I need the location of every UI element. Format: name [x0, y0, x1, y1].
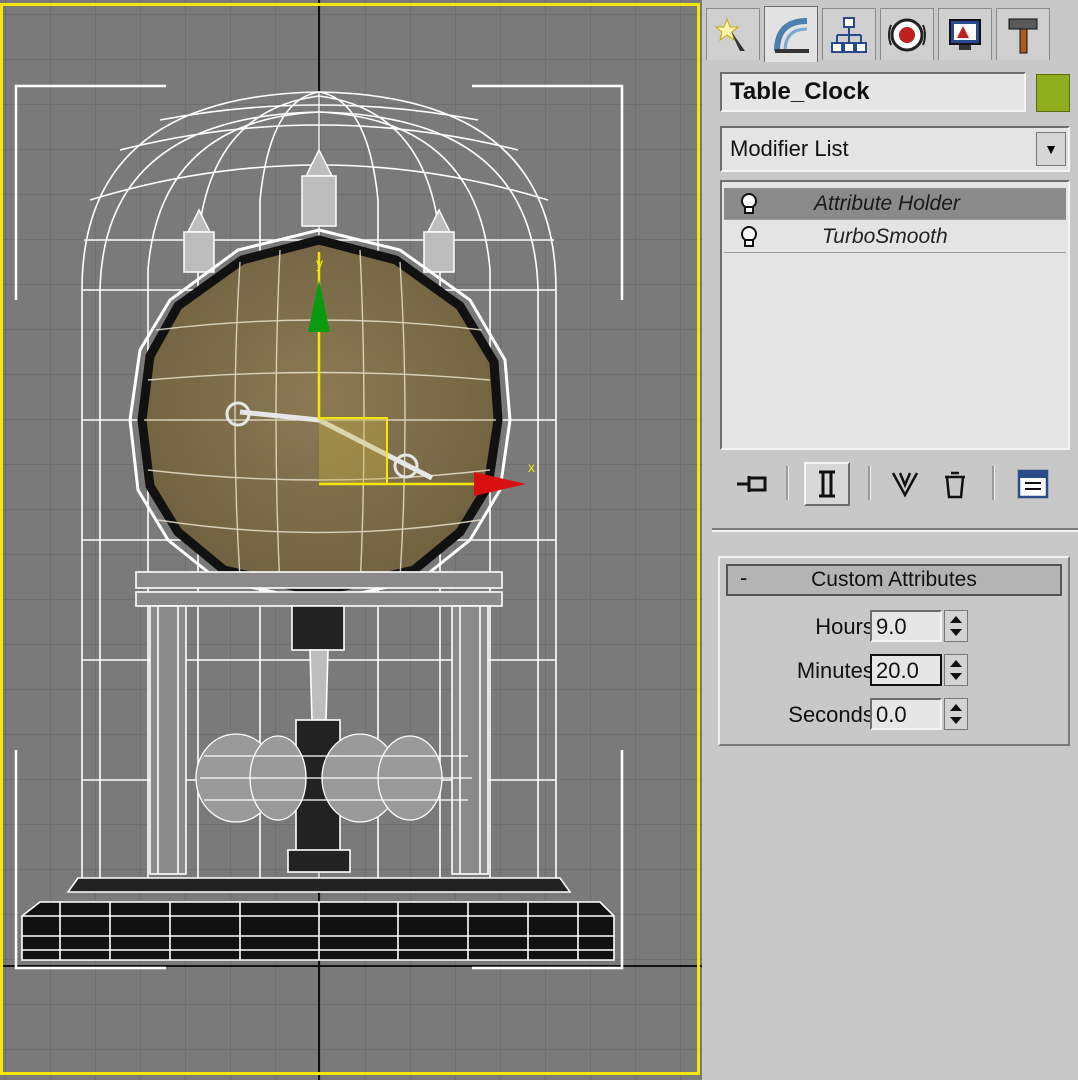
minutes-param: Minutes: 20.0 [720, 654, 1072, 688]
show-end-result-button[interactable] [804, 462, 850, 506]
modifier-list-label: Modifier List [730, 136, 849, 161]
pin-icon [737, 476, 767, 492]
stack-item-label: TurboSmooth [822, 225, 948, 248]
rollout-header[interactable]: - Custom Attributes [726, 564, 1062, 596]
minutes-spinner[interactable] [944, 654, 968, 686]
display-monitor-icon [949, 18, 981, 50]
display-tab[interactable] [938, 8, 992, 60]
hours-param: Hours: 9.0 [720, 610, 1072, 644]
chevron-down-icon[interactable]: ▼ [1036, 132, 1066, 166]
modify-bend-icon [774, 17, 809, 53]
lightbulb-icon[interactable] [738, 225, 760, 259]
svg-text:y: y [316, 255, 323, 271]
hierarchy-tab[interactable] [822, 8, 876, 60]
clock-base [21, 877, 615, 961]
seconds-spinner[interactable] [944, 698, 968, 730]
custom-attributes-rollout: - Custom Attributes Hours: 9.0 Minutes: … [718, 556, 1070, 746]
stack-item-turbosmooth[interactable]: TurboSmooth [724, 221, 1066, 253]
object-color-swatch[interactable] [1036, 74, 1070, 112]
make-unique-icon [891, 472, 919, 498]
stack-toolbar [720, 458, 1070, 508]
rollout-title: Custom Attributes [811, 568, 977, 591]
panel-divider [712, 528, 1078, 532]
seconds-param: Seconds: 0.0 [720, 698, 1072, 732]
modifier-stack[interactable]: Attribute Holder TurboSmooth [720, 180, 1070, 450]
pendulum-balls [195, 733, 472, 823]
configure-sets-icon [1017, 469, 1049, 499]
modify-tab[interactable] [764, 6, 818, 62]
make-unique-button[interactable] [882, 462, 928, 506]
create-star-cursor-icon [714, 17, 745, 51]
modifier-list-dropdown[interactable]: Modifier List ▼ [720, 126, 1070, 172]
hours-spinner[interactable] [944, 610, 968, 642]
command-panel: Table_Clock Modifier List ▼ Attribute Ho… [702, 0, 1078, 1080]
hammer-icon [1008, 18, 1038, 53]
command-panel-tabs [706, 6, 1078, 62]
stack-item-attribute-holder[interactable]: Attribute Holder [724, 188, 1066, 220]
svg-text:x: x [528, 459, 535, 475]
remove-modifier-button[interactable] [932, 462, 978, 506]
minutes-label: Minutes: [796, 658, 880, 683]
trash-can-icon [945, 471, 965, 499]
motion-tab[interactable] [880, 8, 934, 60]
configure-modifier-sets-button[interactable] [1010, 462, 1056, 506]
utilities-tab[interactable] [996, 8, 1050, 60]
minutes-input[interactable]: 20.0 [870, 654, 942, 686]
show-end-result-icon [819, 470, 835, 498]
create-tab[interactable] [706, 8, 760, 60]
seconds-input[interactable]: 0.0 [870, 698, 942, 730]
stack-item-label: Attribute Holder [814, 192, 960, 215]
seconds-label: Seconds: [788, 702, 880, 727]
motion-icon [888, 18, 926, 51]
hours-input[interactable]: 9.0 [870, 610, 942, 642]
viewport-scene[interactable]: y x [0, 0, 702, 1080]
pin-stack-button[interactable] [730, 462, 776, 506]
hierarchy-icon [831, 16, 867, 53]
perspective-viewport[interactable]: y x [0, 0, 702, 1080]
object-name-field[interactable]: Table_Clock [720, 72, 1026, 112]
